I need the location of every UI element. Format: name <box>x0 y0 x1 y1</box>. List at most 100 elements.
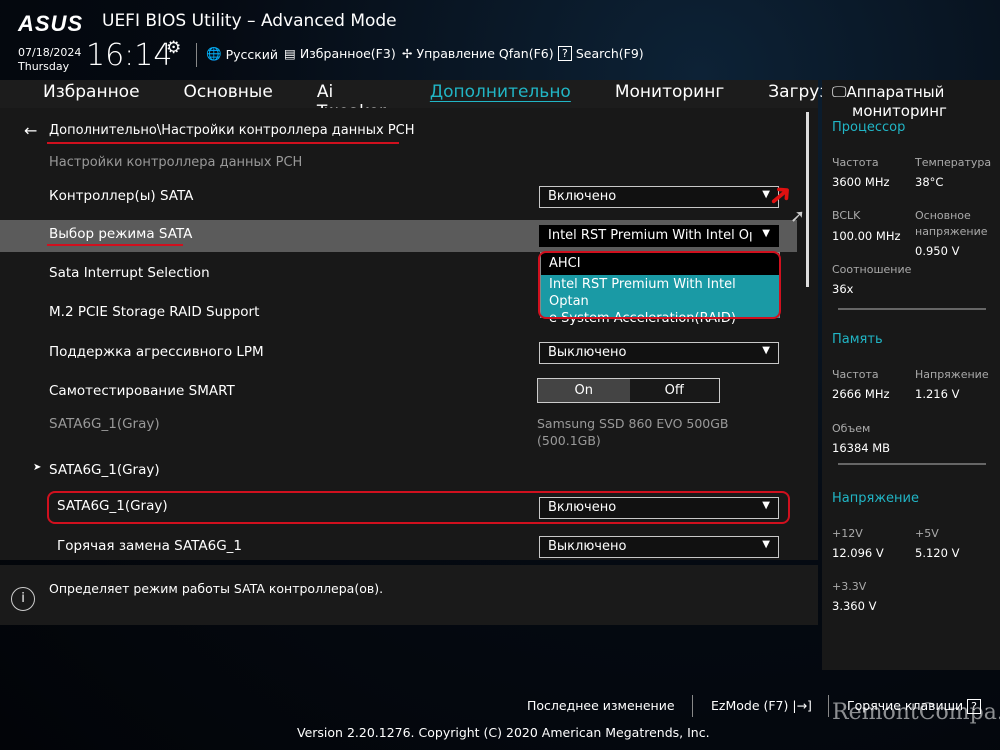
mem-cap-label: Объем <box>832 422 871 435</box>
favorites-button[interactable]: ▤ Избранное(F3) <box>284 46 396 61</box>
monitor-title: 🖵Аппаратный мониторинг <box>832 83 947 121</box>
select-value: Intel RST Premium With Intel Oן <box>548 228 753 243</box>
sata-controllers-select[interactable]: Включено ▼ <box>539 186 779 208</box>
title-line: мониторинг <box>852 102 947 120</box>
clock: 16:14 <box>86 38 173 73</box>
setting-aggressive-lpm[interactable]: Поддержка агрессивного LPM Выключено ▼ <box>0 336 800 368</box>
divider <box>838 308 986 310</box>
search-button[interactable]: ? Search(F9) <box>558 46 644 61</box>
toggle-on[interactable]: On <box>538 379 630 402</box>
ratio-label: Соотношение <box>832 263 912 276</box>
tab-main[interactable]: Основные <box>155 80 288 108</box>
setting-label: M.2 PCIE Storage RAID Support <box>49 304 260 320</box>
tool-label: Русский <box>225 46 279 62</box>
setting-label: Самотестирование SMART <box>49 383 235 399</box>
setting-smart[interactable]: Самотестирование SMART On Off <box>0 375 800 407</box>
setting-label: Sata Interrupt Selection <box>49 265 210 281</box>
exit-icon: |→] <box>792 698 812 713</box>
gear-icon[interactable]: ⚙ <box>166 38 181 58</box>
toggle-off[interactable]: Off <box>630 379 720 402</box>
cpu-heading: Процессор <box>832 120 906 135</box>
v5-label: +5V <box>915 527 939 540</box>
select-value: Включено <box>548 189 617 204</box>
smart-toggle[interactable]: On Off <box>537 378 720 403</box>
dropdown-highlight-box <box>538 251 781 319</box>
v5-value: 5.120 V <box>915 546 960 560</box>
tool-label: Избранное(F3) <box>299 46 396 61</box>
back-arrow-icon[interactable]: ← <box>24 121 37 140</box>
divider <box>828 695 829 717</box>
submenu-sata6g1[interactable]: ➤ SATA6G_1(Gray) <box>0 454 800 486</box>
mouse-cursor-icon: ➚ <box>790 206 806 227</box>
drive-name: Samsung SSD 860 EVO 500GB <box>537 416 729 431</box>
setting-label: Горячая замена SATA6G_1 <box>57 538 243 554</box>
day-text: Thursday <box>18 60 70 73</box>
language-button[interactable]: 🌐 Русский <box>206 46 278 62</box>
cpu-temp-label: Температура <box>915 156 992 169</box>
vcore-value: 0.950 V <box>915 244 960 258</box>
fan-icon: ✢ <box>402 46 413 61</box>
vcore-label: напряжение <box>915 225 988 238</box>
select-value: Выключено <box>548 345 627 360</box>
favorites-icon: ▤ <box>284 46 296 61</box>
date-text: 07/18/2024 <box>18 46 82 59</box>
ratio-value: 36x <box>832 282 854 296</box>
v12-value: 12.096 V <box>832 546 884 560</box>
voltage-heading: Напряжение <box>832 491 919 506</box>
tool-label: Search(F9) <box>575 46 644 61</box>
asus-logo: ASUS <box>18 11 84 36</box>
v33-label: +3.3V <box>832 580 867 593</box>
hardware-monitor-panel: 🖵Аппаратный мониторинг Процессор Частота … <box>822 80 1000 670</box>
globe-icon: 🌐 <box>206 46 222 61</box>
scrollbar[interactable] <box>806 112 809 287</box>
app-title: UEFI BIOS Utility – Advanced Mode <box>102 11 397 31</box>
cpu-freq-label: Частота <box>832 156 879 169</box>
setting-sata-controllers[interactable]: Контроллер(ы) SATA Включено ▼ <box>0 180 800 212</box>
setting-label: Выбор режима SATA <box>49 226 193 242</box>
memory-heading: Память <box>832 332 883 347</box>
mem-volt-label: Напряжение <box>915 368 989 381</box>
info-sata6g1: SATA6G_1(Gray) Samsung SSD 860 EVO 500GB (… <box>0 408 800 448</box>
divider <box>838 463 986 465</box>
breadcrumb: Дополнительно\Настройки контроллера данн… <box>49 123 415 138</box>
question-icon: ? <box>558 46 572 61</box>
watermark: RemontCompa.ru <box>832 700 1000 725</box>
breadcrumb-underline <box>47 142 399 144</box>
chevron-down-icon: ▼ <box>762 345 770 356</box>
tab-favorites[interactable]: Избранное <box>0 80 155 108</box>
setting-label: Контроллер(ы) SATA <box>49 188 194 204</box>
tab-advanced[interactable]: Дополнительно <box>401 80 586 108</box>
cpu-temp-value: 38°C <box>915 175 944 189</box>
drive-size: (500.1GB) <box>537 433 601 448</box>
monitor-icon: 🖵 <box>832 83 847 101</box>
main-tabs: Избранное Основные Ai Tweaker Дополнител… <box>0 80 849 122</box>
lpm-select[interactable]: Выключено ▼ <box>539 342 779 364</box>
setting-label: SATA6G_1(Gray) <box>49 462 160 478</box>
row-highlight-box <box>47 491 790 524</box>
ezmode-label: EzMode (F7) <box>711 698 789 713</box>
sata-mode-select[interactable]: Intel RST Premium With Intel Oן ▼ <box>539 225 779 247</box>
v12-label: +12V <box>832 527 863 540</box>
setting-label: Поддержка агрессивного LPM <box>49 344 264 360</box>
cpu-freq-value: 3600 MHz <box>832 175 890 189</box>
tab-monitor[interactable]: Мониторинг <box>586 80 739 108</box>
section-title: Настройки контроллера данных PCH <box>49 155 303 170</box>
select-value: Выключено <box>548 539 627 554</box>
qfan-button[interactable]: ✢ Управление Qfan(F6) <box>402 46 554 61</box>
last-change-button[interactable]: Последнее изменение <box>527 698 675 713</box>
info-icon: i <box>11 587 35 611</box>
ezmode-button[interactable]: EzMode (F7) |→] <box>711 698 812 713</box>
chevron-down-icon: ▼ <box>762 539 770 550</box>
mem-freq-label: Частота <box>832 368 879 381</box>
tab-ai-tweaker[interactable]: Ai Tweaker <box>288 80 401 122</box>
bclk-label: BCLK <box>832 209 861 222</box>
setting-hotplug[interactable]: Горячая замена SATA6G_1 Выключено ▼ <box>0 530 800 562</box>
mem-cap-value: 16384 MB <box>832 441 891 455</box>
setting-sata-mode[interactable]: Выбор режима SATA Intel RST Premium With … <box>0 220 800 252</box>
submenu-arrow-icon: ➤ <box>33 462 42 473</box>
mem-volt-value: 1.216 V <box>915 387 960 401</box>
vcore-label: Основное <box>915 209 971 222</box>
version-text: Version 2.20.1276. Copyright (C) 2020 Am… <box>297 725 710 740</box>
hotplug-select[interactable]: Выключено ▼ <box>539 536 779 558</box>
title-line: Аппаратный <box>846 83 945 101</box>
